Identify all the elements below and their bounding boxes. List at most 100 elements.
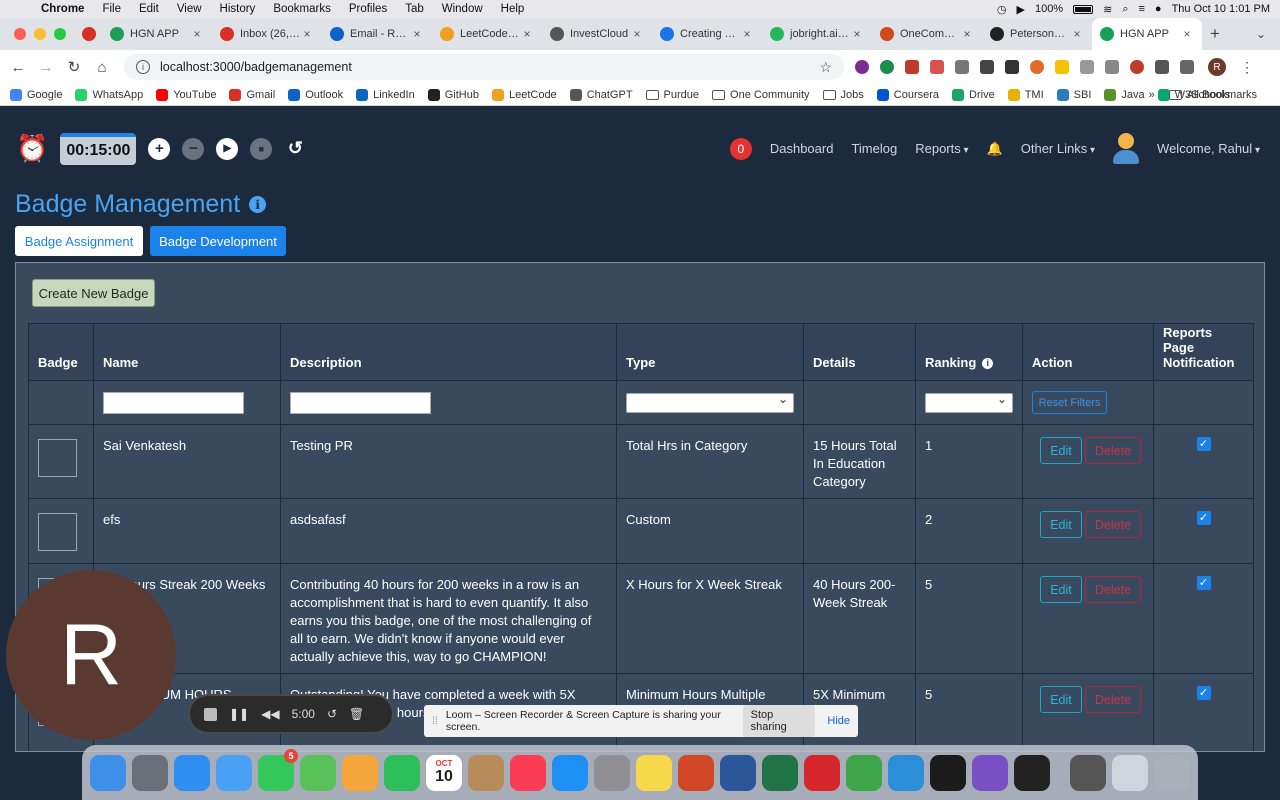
- browser-tab[interactable]: jobright.ai/jo... ×: [762, 18, 872, 50]
- loom-camera-bubble[interactable]: R: [6, 570, 176, 740]
- bookmark-star-icon[interactable]: ☆: [819, 59, 832, 76]
- vscode-icon[interactable]: [888, 754, 924, 791]
- create-new-badge-button[interactable]: Create New Badge: [32, 279, 155, 307]
- minimize-window-button[interactable]: [34, 28, 46, 40]
- all-bookmarks-button[interactable]: All Bookmarks: [1168, 89, 1257, 101]
- powerpoint-icon[interactable]: [678, 754, 714, 791]
- bookmark-item[interactable]: TMI: [1007, 88, 1044, 101]
- stop-sharing-button[interactable]: Stop sharing: [742, 705, 816, 737]
- word-icon[interactable]: [720, 754, 756, 791]
- browser-tab[interactable]: OneCommu... ×: [872, 18, 982, 50]
- close-tab-icon[interactable]: ×: [850, 27, 864, 41]
- extension-icon[interactable]: [1130, 60, 1144, 74]
- drag-handle-icon[interactable]: ⁞⁞: [432, 715, 438, 727]
- zoom-window-button[interactable]: [54, 28, 66, 40]
- chrome-menu-icon[interactable]: ⋮: [1240, 59, 1254, 76]
- extension-icon[interactable]: [980, 60, 994, 74]
- extension-icon[interactable]: [905, 60, 919, 74]
- music-icon[interactable]: [510, 754, 546, 791]
- close-tab-icon[interactable]: ×: [1070, 27, 1084, 41]
- menu-file[interactable]: File: [102, 3, 121, 15]
- add-time-button[interactable]: +: [148, 137, 171, 160]
- info-icon[interactable]: i: [249, 196, 267, 213]
- notification-count-badge[interactable]: 0: [729, 137, 752, 160]
- reload-icon[interactable]: ↻: [60, 58, 88, 76]
- acrobat-icon[interactable]: [804, 754, 840, 791]
- restart-icon[interactable]: ↺: [327, 707, 337, 721]
- close-tab-icon[interactable]: ×: [190, 27, 204, 41]
- header-name[interactable]: Name: [93, 323, 281, 381]
- browser-tab[interactable]: Email - Rahu... ×: [322, 18, 432, 50]
- extension-icon[interactable]: [880, 60, 894, 74]
- close-window-button[interactable]: [14, 28, 26, 40]
- app-store-icon[interactable]: [552, 754, 588, 791]
- rewind-icon[interactable]: ◀◀: [261, 707, 279, 721]
- preview-icon[interactable]: [1112, 754, 1148, 791]
- header-ranking[interactable]: Ranking i: [915, 323, 1023, 381]
- trash-icon[interactable]: [1154, 754, 1190, 791]
- description-filter-input[interactable]: [290, 391, 431, 414]
- back-icon[interactable]: ←: [4, 59, 32, 76]
- home-icon[interactable]: ⌂: [88, 59, 116, 76]
- timer-display[interactable]: 00:15:00: [60, 132, 137, 165]
- welcome-user-menu[interactable]: Welcome, Rahul: [1157, 141, 1260, 156]
- hide-sharing-bar-link[interactable]: Hide: [827, 715, 850, 727]
- safari-icon[interactable]: [174, 754, 210, 791]
- menu-history[interactable]: History: [220, 3, 256, 15]
- facetime-icon[interactable]: [384, 754, 420, 791]
- badge-image[interactable]: [38, 513, 77, 551]
- nav-other-links[interactable]: Other Links: [1021, 141, 1095, 156]
- menu-tab[interactable]: Tab: [405, 3, 424, 15]
- delete-badge-button[interactable]: Delete: [1085, 437, 1141, 464]
- tab-badge-assignment[interactable]: Badge Assignment: [15, 226, 143, 256]
- siri-icon[interactable]: ●: [1155, 3, 1162, 15]
- nav-dashboard[interactable]: Dashboard: [770, 141, 834, 156]
- battery-icon[interactable]: [1073, 4, 1094, 14]
- browser-tab[interactable]: [76, 18, 102, 50]
- profile-avatar[interactable]: R: [1208, 58, 1226, 76]
- sidebar-icon[interactable]: [1180, 60, 1194, 74]
- edit-badge-button[interactable]: Edit: [1040, 576, 1082, 603]
- subtract-time-button[interactable]: −: [182, 137, 205, 160]
- extension-icon[interactable]: [930, 60, 944, 74]
- bookmark-item[interactable]: Jobs: [822, 89, 864, 101]
- header-badge[interactable]: Badge: [28, 323, 94, 381]
- time-machine-icon[interactable]: ◷: [997, 3, 1007, 16]
- extension-icon[interactable]: [855, 60, 869, 74]
- close-tab-icon[interactable]: ×: [300, 27, 314, 41]
- address-bar[interactable]: i localhost:3000/badgemanagement ☆: [124, 54, 844, 80]
- mail-icon[interactable]: [216, 754, 252, 791]
- extension-icon[interactable]: [1105, 60, 1119, 74]
- site-info-icon[interactable]: i: [136, 60, 150, 74]
- extension-icon[interactable]: [955, 60, 969, 74]
- calendar-icon[interactable]: OCT 10: [426, 754, 462, 791]
- start-timer-button[interactable]: ▶: [216, 137, 239, 160]
- menu-edit[interactable]: Edit: [139, 3, 159, 15]
- browser-tab[interactable]: Creating Tek... ×: [652, 18, 762, 50]
- bell-icon[interactable]: 🔔: [987, 141, 1003, 157]
- tab-badge-development[interactable]: Badge Development: [150, 226, 286, 256]
- contacts-icon[interactable]: [468, 754, 504, 791]
- reports-notification-checkbox[interactable]: ✓: [1196, 437, 1211, 451]
- nav-reports[interactable]: Reports: [915, 141, 968, 156]
- browser-tab[interactable]: Peterson_fix... ×: [982, 18, 1092, 50]
- browser-tab[interactable]: HGN APP ×: [102, 18, 212, 50]
- reset-filters-button[interactable]: Reset Filters: [1032, 391, 1107, 414]
- menu-help[interactable]: Help: [501, 3, 525, 15]
- new-tab-button[interactable]: +: [1202, 24, 1228, 44]
- close-tab-icon[interactable]: ×: [630, 27, 644, 41]
- delete-badge-button[interactable]: Delete: [1085, 511, 1141, 538]
- nav-timelog[interactable]: Timelog: [851, 141, 897, 156]
- bookmark-item[interactable]: YouTube: [156, 88, 216, 101]
- finder-icon[interactable]: [90, 754, 126, 791]
- media-play-icon[interactable]: ▶: [1016, 3, 1024, 16]
- ranking-info-icon[interactable]: i: [982, 357, 994, 369]
- pause-icon[interactable]: ❚❚: [229, 707, 249, 721]
- edit-badge-button[interactable]: Edit: [1040, 686, 1082, 713]
- header-type[interactable]: Type: [616, 323, 804, 381]
- terminal-icon[interactable]: [1014, 754, 1050, 791]
- bookmark-item[interactable]: GitHub: [427, 88, 479, 101]
- bookmark-item[interactable]: LinkedIn: [356, 88, 415, 101]
- menu-view[interactable]: View: [177, 3, 202, 15]
- delete-badge-button[interactable]: Delete: [1085, 686, 1141, 713]
